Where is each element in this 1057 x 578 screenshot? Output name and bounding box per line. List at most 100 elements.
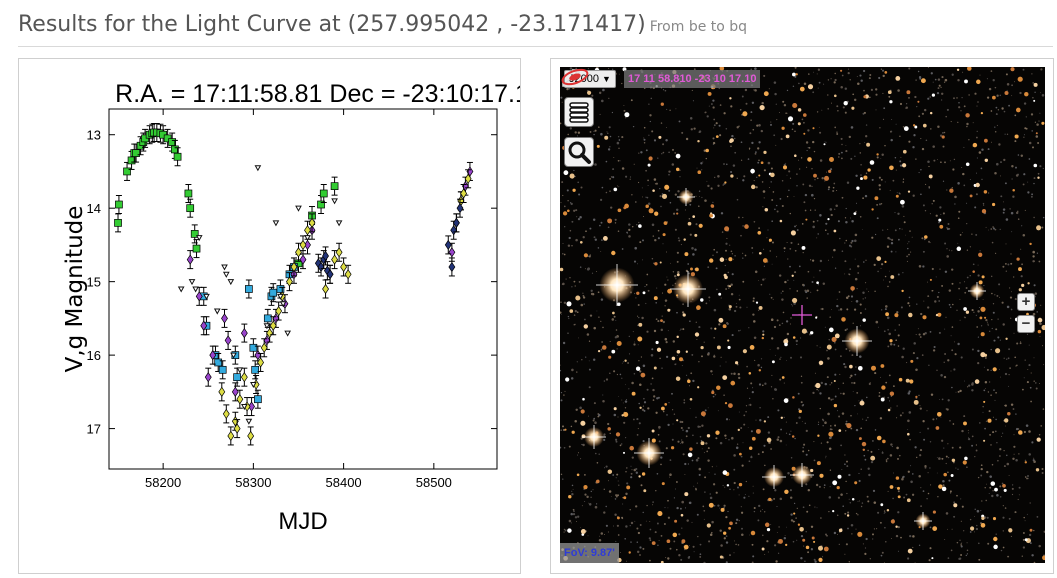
- faint-star: [609, 135, 612, 138]
- faint-star: [735, 522, 738, 525]
- faint-star: [818, 126, 820, 128]
- faint-star: [649, 539, 652, 541]
- star: [815, 382, 821, 389]
- search-button[interactable]: [564, 137, 594, 167]
- faint-star: [653, 329, 657, 333]
- faint-star: [866, 288, 868, 290]
- faint-star: [643, 409, 646, 412]
- zoom-in-button[interactable]: +: [1017, 293, 1035, 311]
- faint-star: [782, 311, 785, 314]
- faint-star: [577, 181, 580, 184]
- faint-star: [941, 398, 944, 401]
- faint-star: [725, 418, 729, 421]
- star: [907, 190, 911, 193]
- faint-star: [680, 328, 682, 330]
- faint-star: [648, 103, 650, 105]
- faint-star: [706, 180, 708, 182]
- zoom-out-button[interactable]: −: [1017, 315, 1035, 333]
- faint-star: [743, 423, 746, 426]
- faint-star: [861, 502, 864, 504]
- faint-star: [819, 214, 822, 217]
- faint-star: [994, 131, 997, 133]
- faint-star: [860, 505, 863, 508]
- faint-star: [1017, 210, 1019, 212]
- faint-star: [573, 209, 576, 212]
- faint-star: [1020, 275, 1023, 278]
- faint-star: [713, 336, 715, 339]
- star: [987, 418, 992, 423]
- faint-star: [741, 533, 744, 536]
- star: [876, 435, 882, 441]
- faint-star: [776, 256, 778, 258]
- faint-star: [704, 476, 707, 479]
- star: [730, 380, 736, 386]
- faint-star: [966, 549, 969, 552]
- faint-star: [651, 130, 654, 133]
- faint-star: [890, 250, 893, 253]
- faint-star: [1006, 358, 1008, 360]
- layers-button[interactable]: [564, 97, 594, 127]
- faint-star: [971, 309, 974, 312]
- star: [816, 281, 819, 285]
- faint-star: [889, 454, 893, 457]
- faint-star: [799, 168, 801, 170]
- sky-viewer[interactable]: J2000 ▼ 17 11 58.810 -23 10 17.10 + − Fo…: [560, 67, 1045, 563]
- faint-star: [702, 161, 704, 163]
- faint-star: [850, 245, 853, 248]
- faint-star: [803, 82, 807, 86]
- faint-star: [816, 237, 818, 239]
- faint-star: [672, 284, 674, 286]
- faint-star: [918, 474, 921, 478]
- faint-star: [874, 372, 877, 375]
- faint-star: [889, 343, 893, 346]
- faint-star: [675, 488, 677, 490]
- faint-star: [602, 88, 605, 92]
- faint-star: [621, 362, 623, 364]
- faint-star: [796, 173, 798, 175]
- faint-star: [1033, 284, 1036, 287]
- faint-star: [708, 296, 711, 299]
- star: [676, 273, 680, 277]
- star: [909, 379, 914, 384]
- faint-star: [961, 429, 964, 433]
- star: [833, 229, 837, 233]
- faint-star: [1008, 385, 1010, 387]
- faint-star: [584, 318, 586, 321]
- faint-star: [834, 373, 837, 376]
- faint-star: [619, 160, 621, 162]
- faint-star: [995, 328, 998, 331]
- faint-star: [814, 179, 816, 181]
- faint-star: [576, 371, 578, 373]
- star: [728, 285, 732, 288]
- faint-star: [1011, 484, 1014, 486]
- faint-star: [698, 361, 700, 363]
- faint-star: [884, 526, 886, 529]
- faint-star: [915, 79, 917, 81]
- faint-star: [998, 143, 1001, 146]
- star: [895, 476, 900, 480]
- faint-star: [846, 181, 850, 185]
- faint-star: [878, 448, 880, 450]
- faint-star: [569, 229, 572, 232]
- star: [720, 507, 725, 512]
- faint-star: [1015, 427, 1019, 431]
- faint-star: [850, 374, 853, 377]
- faint-star: [789, 323, 791, 325]
- faint-star: [812, 91, 815, 94]
- star: [880, 364, 885, 368]
- faint-star: [676, 548, 678, 551]
- faint-star: [660, 463, 662, 466]
- star: [936, 411, 942, 417]
- faint-star: [754, 359, 756, 361]
- faint-star: [773, 134, 776, 137]
- faint-star: [730, 145, 732, 148]
- faint-star: [760, 510, 762, 512]
- faint-star: [664, 305, 666, 307]
- faint-star: [740, 506, 742, 508]
- faint-star: [772, 191, 775, 193]
- faint-star: [1016, 342, 1019, 345]
- faint-star: [875, 88, 878, 91]
- faint-star: [910, 480, 913, 484]
- faint-star: [927, 472, 929, 474]
- faint-star: [997, 336, 1000, 339]
